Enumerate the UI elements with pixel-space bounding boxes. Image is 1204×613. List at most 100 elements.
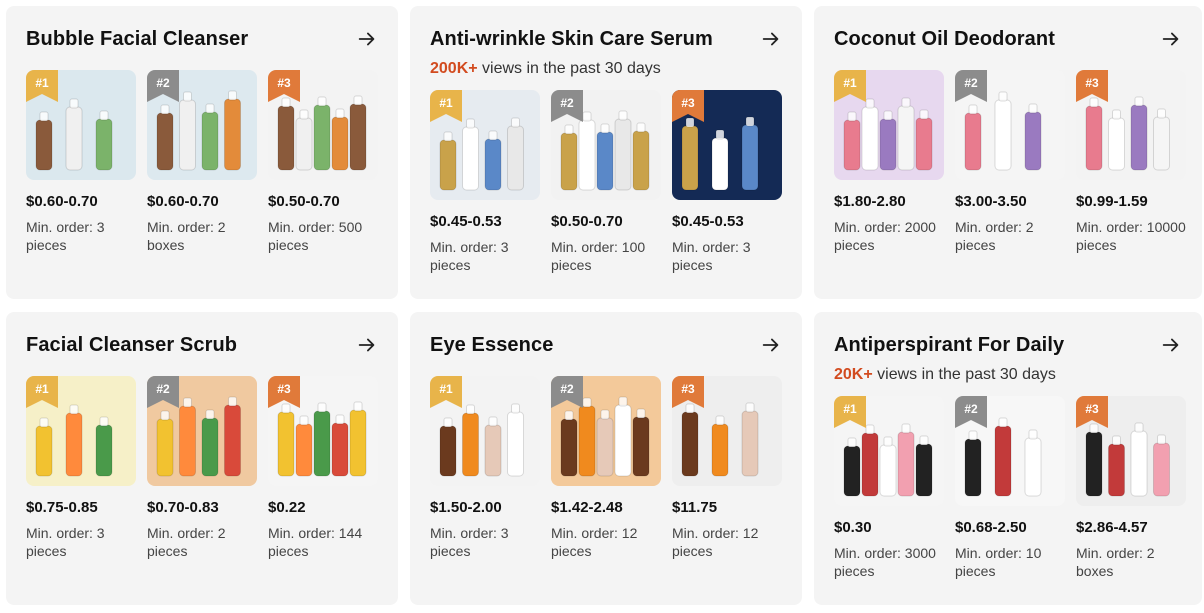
product-item[interactable]: #2 $0.60-0.70 Min. order: 2 boxes (147, 70, 257, 254)
product-item[interactable]: #3 $0.45-0.53 Min. order: 3 pieces (672, 90, 782, 274)
product-image[interactable]: #1 (26, 70, 136, 180)
min-order: Min. order: 3000 pieces (834, 545, 936, 579)
product-item[interactable]: #3 $0.50-0.70 Min. order: 500 pieces (268, 70, 378, 254)
product-image[interactable]: #3 (672, 376, 782, 486)
rank-label: #3 (681, 96, 695, 110)
product-price: $0.50-0.70 (551, 213, 623, 230)
product-image[interactable]: #1 (834, 70, 944, 180)
product-image[interactable]: #2 (551, 376, 661, 486)
rank-label: #2 (964, 76, 978, 90)
product-image[interactable]: #1 (430, 90, 540, 200)
arrow-right-icon[interactable] (760, 334, 782, 356)
card-title: Bubble Facial Cleanser (26, 28, 249, 50)
product-item[interactable]: #2 $0.50-0.70 Min. order: 100 pieces (551, 90, 661, 274)
product-list: #1 $1.80-2.80 Min. order: 2000 pieces #2 $3.… (834, 70, 1186, 254)
product-image[interactable]: #3 (672, 90, 782, 200)
product-item[interactable]: #3 $0.22 Min. order: 144 pieces (268, 376, 378, 560)
product-image[interactable]: #2 (147, 70, 257, 180)
min-order: Min. order: 2 boxes (147, 219, 226, 253)
product-price: $0.75-0.85 (26, 499, 98, 516)
product-price: $0.22 (268, 499, 306, 516)
rank-badge: #3 (268, 376, 300, 408)
card-title: Coconut Oil Deodorant (834, 28, 1055, 50)
rank-label: #1 (843, 402, 857, 416)
product-list: #1 $0.75-0.85 Min. order: 3 pieces #2 $0.70-… (26, 376, 378, 560)
product-image[interactable]: #3 (268, 376, 378, 486)
rank-label: #1 (439, 382, 453, 396)
rank-badge: #3 (1076, 396, 1108, 428)
product-price: $0.99-1.59 (1076, 193, 1148, 210)
product-item[interactable]: #3 $11.75 Min. order: 12 pieces (672, 376, 782, 560)
min-order: Min. order: 2 pieces (955, 219, 1034, 253)
rank-label: #1 (843, 76, 857, 90)
product-image[interactable]: #2 (955, 70, 1065, 180)
product-image[interactable]: #1 (834, 396, 944, 506)
rank-badge: #2 (955, 70, 987, 102)
product-item[interactable]: #1 $1.50-2.00 Min. order: 3 pieces (430, 376, 540, 560)
card-title: Eye Essence (430, 334, 554, 356)
product-image[interactable]: #3 (268, 70, 378, 180)
product-price: $1.42-2.48 (551, 499, 623, 516)
min-order: Min. order: 10000 pieces (1076, 219, 1186, 253)
product-item[interactable]: #3 $0.99-1.59 Min. order: 10000 pieces (1076, 70, 1186, 254)
rank-label: #2 (156, 76, 170, 90)
category-card: Bubble Facial Cleanser #1 $0.60-0.70 Min. … (6, 6, 398, 299)
rank-label: #3 (681, 382, 695, 396)
min-order: Min. order: 3 pieces (430, 525, 509, 559)
product-price: $0.45-0.53 (672, 213, 744, 230)
card-title: Antiperspirant For Daily (834, 334, 1065, 356)
product-price: $0.60-0.70 (26, 193, 98, 210)
arrow-right-icon[interactable] (760, 28, 782, 50)
product-item[interactable]: #2 $3.00-3.50 Min. order: 2 pieces (955, 70, 1065, 254)
min-order: Min. order: 2000 pieces (834, 219, 936, 253)
product-list: #1 $0.45-0.53 Min. order: 3 pieces #2 $0.50-… (430, 90, 782, 274)
arrow-right-icon[interactable] (1160, 28, 1182, 50)
arrow-right-icon[interactable] (356, 28, 378, 50)
product-item[interactable]: #1 $0.45-0.53 Min. order: 3 pieces (430, 90, 540, 274)
product-item[interactable]: #1 $1.80-2.80 Min. order: 2000 pieces (834, 70, 944, 254)
product-item[interactable]: #2 $0.70-0.83 Min. order: 2 pieces (147, 376, 257, 560)
rank-badge: #2 (955, 396, 987, 428)
product-price: $1.80-2.80 (834, 193, 906, 210)
views-stat: 20K+ views in the past 30 days (834, 364, 1182, 386)
rank-badge: #1 (26, 70, 58, 102)
rank-badge: #3 (672, 90, 704, 122)
product-image[interactable]: #2 (551, 90, 661, 200)
arrow-right-icon[interactable] (356, 334, 378, 356)
rank-label: #3 (277, 76, 291, 90)
rank-label: #2 (156, 382, 170, 396)
product-image[interactable]: #1 (26, 376, 136, 486)
product-item[interactable]: #2 $1.42-2.48 Min. order: 12 pieces (551, 376, 661, 560)
min-order: Min. order: 2 boxes (1076, 545, 1155, 579)
min-order: Min. order: 12 pieces (672, 525, 759, 559)
min-order: Min. order: 2 pieces (147, 525, 226, 559)
product-price: $0.50-0.70 (268, 193, 340, 210)
rank-badge: #1 (430, 376, 462, 408)
product-item[interactable]: #1 $0.75-0.85 Min. order: 3 pieces (26, 376, 136, 560)
product-image[interactable]: #2 (147, 376, 257, 486)
arrow-right-icon[interactable] (1160, 334, 1182, 356)
product-item[interactable]: #1 $0.60-0.70 Min. order: 3 pieces (26, 70, 136, 254)
card-title: Anti-wrinkle Skin Care Serum (430, 28, 713, 50)
product-item[interactable]: #1 $0.30 Min. order: 3000 pieces (834, 396, 944, 580)
rank-label: #2 (560, 382, 574, 396)
min-order: Min. order: 144 pieces (268, 525, 363, 559)
rank-label: #1 (35, 382, 49, 396)
category-card: Anti-wrinkle Skin Care Serum 200K+ views… (410, 6, 802, 299)
min-order: Min. order: 3 pieces (430, 239, 509, 273)
min-order: Min. order: 12 pieces (551, 525, 638, 559)
product-item[interactable]: #3 $2.86-4.57 Min. order: 2 boxes (1076, 396, 1186, 580)
product-image[interactable]: #1 (430, 376, 540, 486)
product-image[interactable]: #2 (955, 396, 1065, 506)
category-card: Antiperspirant For Daily 20K+ views in t… (814, 312, 1202, 605)
product-image[interactable]: #3 (1076, 396, 1186, 506)
rank-badge: #1 (834, 70, 866, 102)
rank-badge: #1 (834, 396, 866, 428)
product-image[interactable]: #3 (1076, 70, 1186, 180)
product-price: $11.75 (672, 499, 718, 516)
product-item[interactable]: #2 $0.68-2.50 Min. order: 10 pieces (955, 396, 1065, 580)
product-price: $0.70-0.83 (147, 499, 219, 516)
rank-badge: #2 (147, 376, 179, 408)
views-stat: 200K+ views in the past 30 days (430, 58, 782, 80)
rank-badge: #2 (147, 70, 179, 102)
